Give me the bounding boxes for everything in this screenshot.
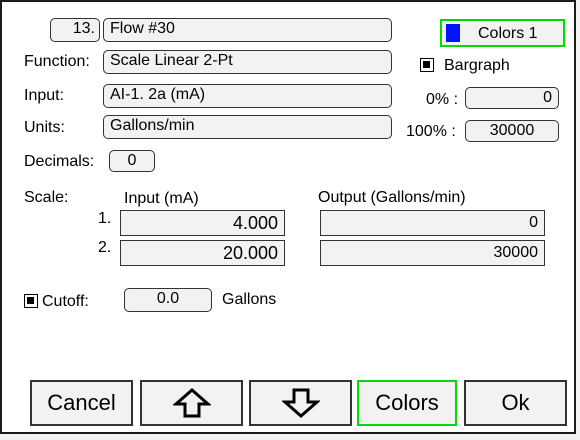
scale-row-2-output[interactable]: 30000 [320,240,545,266]
ok-button[interactable]: Ok [464,380,567,426]
range-low-field[interactable]: 0 [465,87,559,109]
units-label: Units: [24,119,65,136]
cancel-button-label: Cancel [47,390,116,415]
down-arrow-icon [281,388,320,418]
input-label: Input: [24,87,65,104]
ok-button-label: Ok [501,390,530,415]
scale-row-2-input[interactable]: 20.000 [120,240,285,266]
colors-button[interactable]: Colors [357,380,457,426]
range-low-label: 0% : [426,91,459,108]
up-arrow-icon [172,388,211,418]
colors-button-label: Colors [375,390,439,415]
scale-row-2-index: 2. [98,239,112,256]
move-up-button[interactable] [140,380,243,426]
move-down-button[interactable] [249,380,352,426]
scale-row-1-output[interactable]: 0 [320,210,545,236]
bargraph-label: Bargraph [444,57,510,74]
decimals-label: Decimals: [24,153,95,170]
item-number-field[interactable]: 13. [50,18,100,42]
scale-row-1-input[interactable]: 4.000 [120,210,285,236]
flow-settings-panel: 13. Flow #30 Colors 1 Function: Scale Li… [0,0,576,434]
scale-label: Scale: [24,189,69,206]
colors-indicator-label: Colors 1 [478,25,538,42]
range-high-label: 100% : [406,123,456,140]
cancel-button[interactable]: Cancel [30,380,133,426]
scale-output-header: Output (Gallons/min) [318,189,466,206]
bargraph-checkbox[interactable] [420,58,434,72]
scale-input-header: Input (mA) [124,190,199,207]
scale-row-1-index: 1. [98,210,112,227]
function-field[interactable]: Scale Linear 2-Pt [103,50,392,74]
range-high-field[interactable]: 30000 [465,120,559,142]
color-swatch [446,24,460,42]
colors-indicator[interactable]: Colors 1 [440,19,565,47]
decimals-field[interactable]: 0 [109,150,155,172]
cutoff-unit: Gallons [222,291,277,308]
cutoff-checkbox[interactable] [24,294,38,308]
input-field[interactable]: AI-1. 2a (mA) [103,84,392,108]
cutoff-label: Cutoff: [42,293,89,310]
function-label: Function: [24,53,90,70]
cutoff-field[interactable]: 0.0 [124,288,212,312]
name-field[interactable]: Flow #30 [103,18,392,42]
units-field[interactable]: Gallons/min [103,115,392,139]
